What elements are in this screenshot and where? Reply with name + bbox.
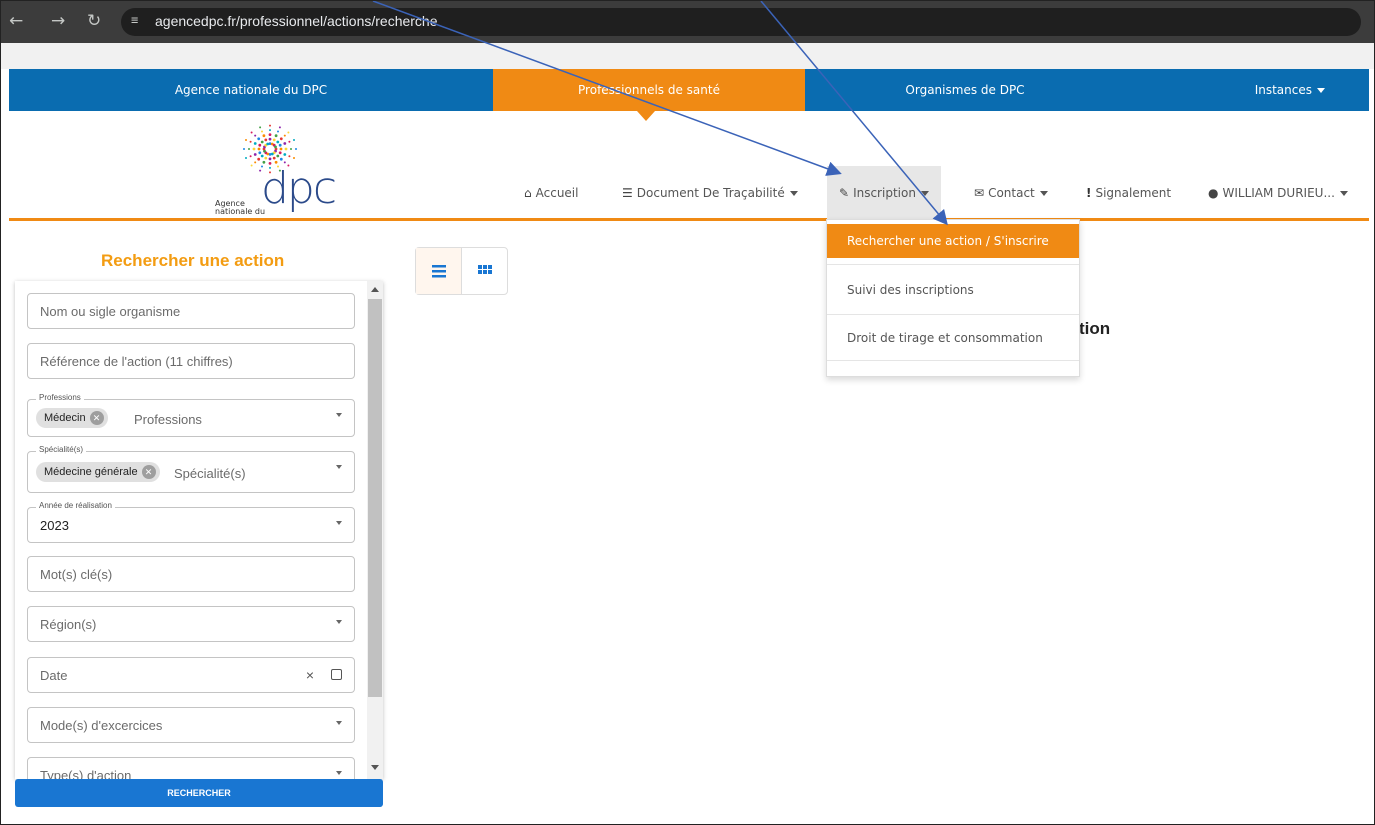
- annotation-arrow: [760, 1, 948, 226]
- annotation-arrows: [372, 1, 948, 226]
- screenshot-frame: ← → ↻ ≡ agencedpc.fr/professionnel/actio…: [0, 0, 1375, 825]
- active-tab-pointer: [637, 111, 655, 121]
- annotation-arrow: [372, 1, 842, 176]
